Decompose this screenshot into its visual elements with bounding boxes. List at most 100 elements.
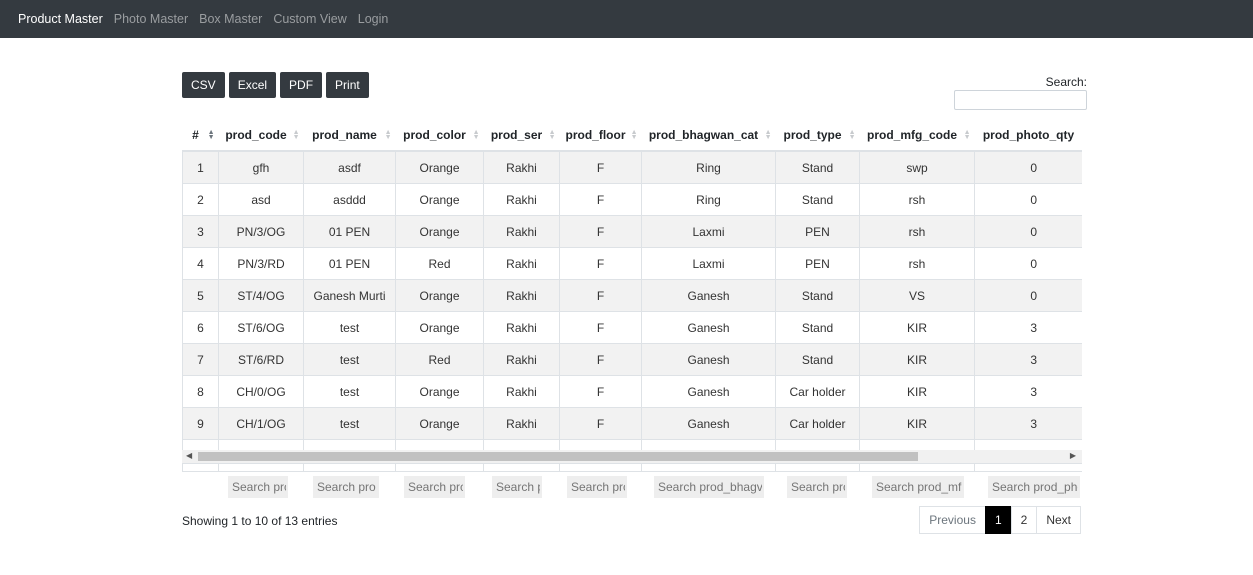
nav-box-master[interactable]: Box Master [199,12,262,26]
column-header-prod-mfg-code[interactable]: prod_mfg_code ▲ ▼ [859,120,975,152]
table-cell: Ganesh [641,375,776,408]
table-cell: F [559,215,642,248]
column-filter-input[interactable] [313,476,379,498]
table-cell: Orange [395,215,484,248]
scroll-right-icon[interactable]: ▶ [1070,451,1076,460]
column-header-prod-type[interactable]: prod_type ▲ ▼ [775,120,860,152]
table-cell: rsh [859,183,975,216]
table-cell: ST/6/RD [218,343,304,376]
table-row[interactable]: 8 CH/0/OG test Orange Rakhi F Ganesh Car holder… [182,375,1082,408]
table-cell: 0 [974,215,1082,248]
table-cell: 9 [182,407,219,440]
csv-button[interactable]: CSV [182,72,225,98]
column-filter-input[interactable] [787,476,847,498]
table-cell: Car holder [775,407,860,440]
pdf-button[interactable]: PDF [280,72,323,98]
scroll-left-icon[interactable]: ◀ [186,451,192,460]
table-cell: 1 [182,151,219,184]
nav-custom-view[interactable]: Custom View [273,12,346,26]
table-row[interactable]: 7 ST/6/RD test Red Rakhi F Ganesh Stand KIR 3 [182,343,1082,376]
table-cell: F [559,183,642,216]
column-filter-input[interactable] [404,476,465,498]
nav-product-master[interactable]: Product Master [18,12,103,26]
table-row[interactable]: 1 gfh asdf Orange Rakhi F Ring Stand swp 0 [182,151,1082,184]
table-cell: Rakhi [483,311,560,344]
table-cell: Orange [395,279,484,312]
sort-icon: ▲ ▼ [548,129,556,141]
table-cell: Rakhi [483,375,560,408]
table-row[interactable]: 3 PN/3/OG 01 PEN Orange Rakhi F Laxmi PEN rsh 0 [182,215,1082,248]
table-cell: KIR [859,407,975,440]
table-cell: 01 PEN [303,247,396,280]
table-row[interactable]: 6 ST/6/OG test Orange Rakhi F Ganesh Stand KIR 3 [182,311,1082,344]
table-cell: 4 [182,247,219,280]
table-cell: Ganesh [641,407,776,440]
table-header-row: # ▲ ▼ prod_code ▲ ▼ prod_name ▲ ▼ prod_color ▲ ▼ pro… [182,120,1082,152]
table-row[interactable]: 4 PN/3/RD 01 PEN Red Rakhi F Laxmi PEN rsh 0 [182,247,1082,280]
column-header-label: prod_ser [490,128,543,142]
table-cell: F [559,375,642,408]
column-filter-input[interactable] [492,476,542,498]
column-header-prod-ser[interactable]: prod_ser ▲ ▼ [483,120,560,152]
table-cell: 0 [974,151,1082,184]
table-cell: test [303,375,396,408]
table-cell: 0 [974,247,1082,280]
sort-icon: ▲ ▼ [384,129,392,141]
print-button[interactable]: Print [326,72,369,98]
column-filter-input[interactable] [654,476,764,498]
table-cell: Rakhi [483,343,560,376]
scrollbar-thumb[interactable] [198,452,918,461]
column-header-prod-bhagwan-cat[interactable]: prod_bhagwan_cat ▲ ▼ [641,120,776,152]
table-info: Showing 1 to 10 of 13 entries [182,514,338,528]
column-header-prod-photo-qty[interactable]: prod_photo_qty▲▼ [974,120,1082,152]
column-filter-input[interactable] [228,476,288,498]
column-header-prod-name[interactable]: prod_name ▲ ▼ [303,120,396,152]
nav-photo-master[interactable]: Photo Master [114,12,188,26]
column-filter-input[interactable] [988,476,1080,498]
table-cell: Red [395,343,484,376]
page-1-button[interactable]: 1 [984,506,1012,534]
table-cell: ST/6/OG [218,311,304,344]
table-cell: Ganesh [641,311,776,344]
table-cell: KIR [859,343,975,376]
column-header-prod-code[interactable]: prod_code ▲ ▼ [218,120,304,152]
table-cell: test [303,311,396,344]
table-cell: 3 [974,375,1082,408]
table-cell: Car holder [775,375,860,408]
column-header-prod-floor[interactable]: prod_floor ▲ ▼ [559,120,642,152]
column-header-prod-color[interactable]: prod_color ▲ ▼ [395,120,484,152]
sort-icon: ▲ ▼ [630,129,638,141]
table-row[interactable]: 5 ST/4/OG Ganesh Murti Orange Rakhi F Ganesh St… [182,279,1082,312]
search-input[interactable] [954,90,1087,110]
column-header-label: prod_type [783,128,842,142]
table-cell: Ganesh [641,279,776,312]
nav-login[interactable]: Login [358,12,389,26]
table-cell: Ring [641,151,776,184]
column-header-label: # [192,128,199,142]
table-cell: Laxmi [641,247,776,280]
page-2-button[interactable]: 2 [1010,506,1038,534]
next-page-button[interactable]: Next [1036,506,1081,534]
excel-button[interactable]: Excel [228,72,277,98]
table-cell: Rakhi [483,215,560,248]
export-buttons: CSV Excel PDF Print [182,72,373,98]
sort-icon: ▲ ▼ [472,129,480,141]
table-row[interactable]: 9 CH/1/OG test Orange Rakhi F Ganesh Car holder… [182,407,1082,440]
column-filter-input[interactable] [872,476,964,498]
column-header-label: prod_name [312,128,377,142]
column-filter-input[interactable] [567,476,627,498]
previous-page-button[interactable]: Previous [919,506,986,534]
table-cell: 7 [182,343,219,376]
column-header-index[interactable]: # ▲ ▼ [182,120,219,152]
top-navbar: Product Master Photo Master Box Master C… [0,0,1253,38]
table-container: # ▲ ▼ prod_code ▲ ▼ prod_name ▲ ▼ prod_color ▲ ▼ pro… [182,120,1082,472]
horizontal-scrollbar[interactable]: ◀ ▶ [182,450,1082,464]
table-cell: Stand [775,343,860,376]
table-cell: 8 [182,375,219,408]
table-cell: F [559,247,642,280]
table-cell: 01 PEN [303,215,396,248]
table-cell: PEN [775,247,860,280]
table-cell: F [559,407,642,440]
table-row[interactable]: 2 asd asddd Orange Rakhi F Ring Stand rsh 0 [182,183,1082,216]
column-header-label: prod_color [403,128,466,142]
